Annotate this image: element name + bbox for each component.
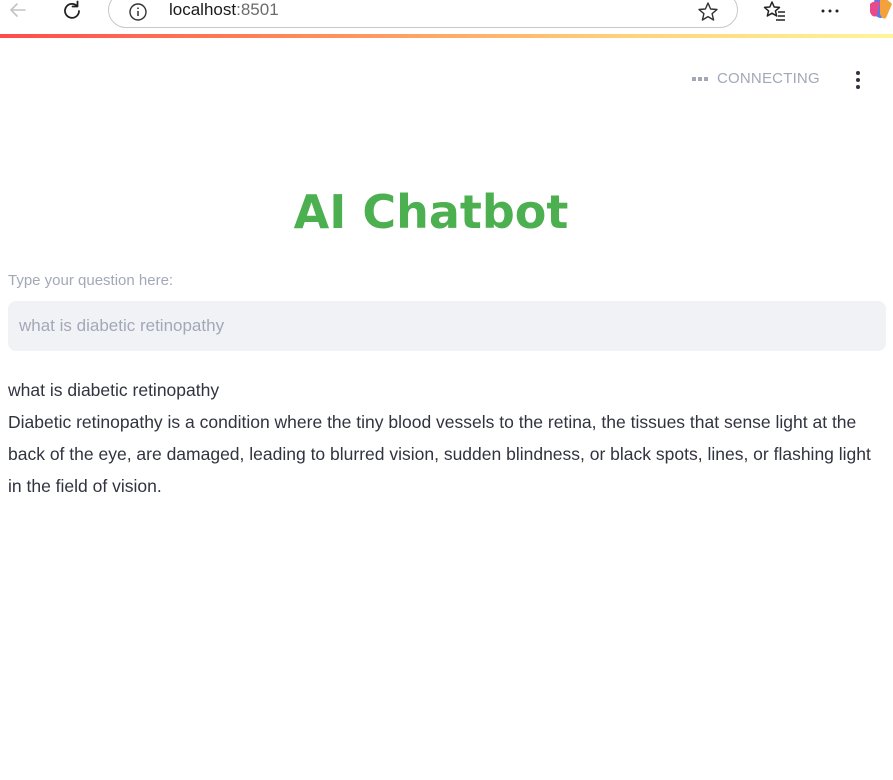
question-input[interactable] (8, 301, 886, 351)
more-horizontal-icon (821, 9, 839, 13)
main-menu-button[interactable] (848, 68, 868, 92)
copilot-icon[interactable] (868, 0, 893, 20)
url-host: localhost (169, 0, 237, 19)
info-icon[interactable] (129, 3, 147, 21)
arrow-left-icon (10, 3, 26, 17)
address-bar[interactable]: localhost:8501 (108, 0, 738, 28)
connecting-dots-icon (692, 76, 708, 81)
status-text: CONNECTING (717, 70, 820, 87)
chat-output: what is diabetic retinopathy Diabetic re… (8, 374, 883, 502)
kebab-dot (856, 78, 860, 82)
page-title: AI Chatbot (293, 185, 569, 239)
star-icon[interactable] (697, 1, 719, 23)
question-input-label: Type your question here: (8, 272, 174, 289)
favorites-button[interactable] (763, 0, 787, 24)
favorites-icon (763, 1, 785, 21)
browser-more-button[interactable] (818, 0, 842, 24)
header-accent-line (0, 34, 893, 38)
reload-button[interactable] (60, 0, 84, 24)
url-text[interactable]: localhost:8501 (169, 0, 279, 20)
kebab-dot (856, 85, 860, 89)
user-question: what is diabetic retinopathy (8, 380, 220, 400)
browser-toolbar: localhost:8501 (0, 0, 893, 34)
kebab-dot (856, 71, 860, 75)
back-button[interactable] (6, 0, 30, 24)
bot-answer: Diabetic retinopathy is a condition wher… (8, 412, 871, 496)
reload-icon (64, 0, 80, 19)
connection-status: CONNECTING (692, 70, 820, 87)
url-port: :8501 (236, 0, 279, 19)
